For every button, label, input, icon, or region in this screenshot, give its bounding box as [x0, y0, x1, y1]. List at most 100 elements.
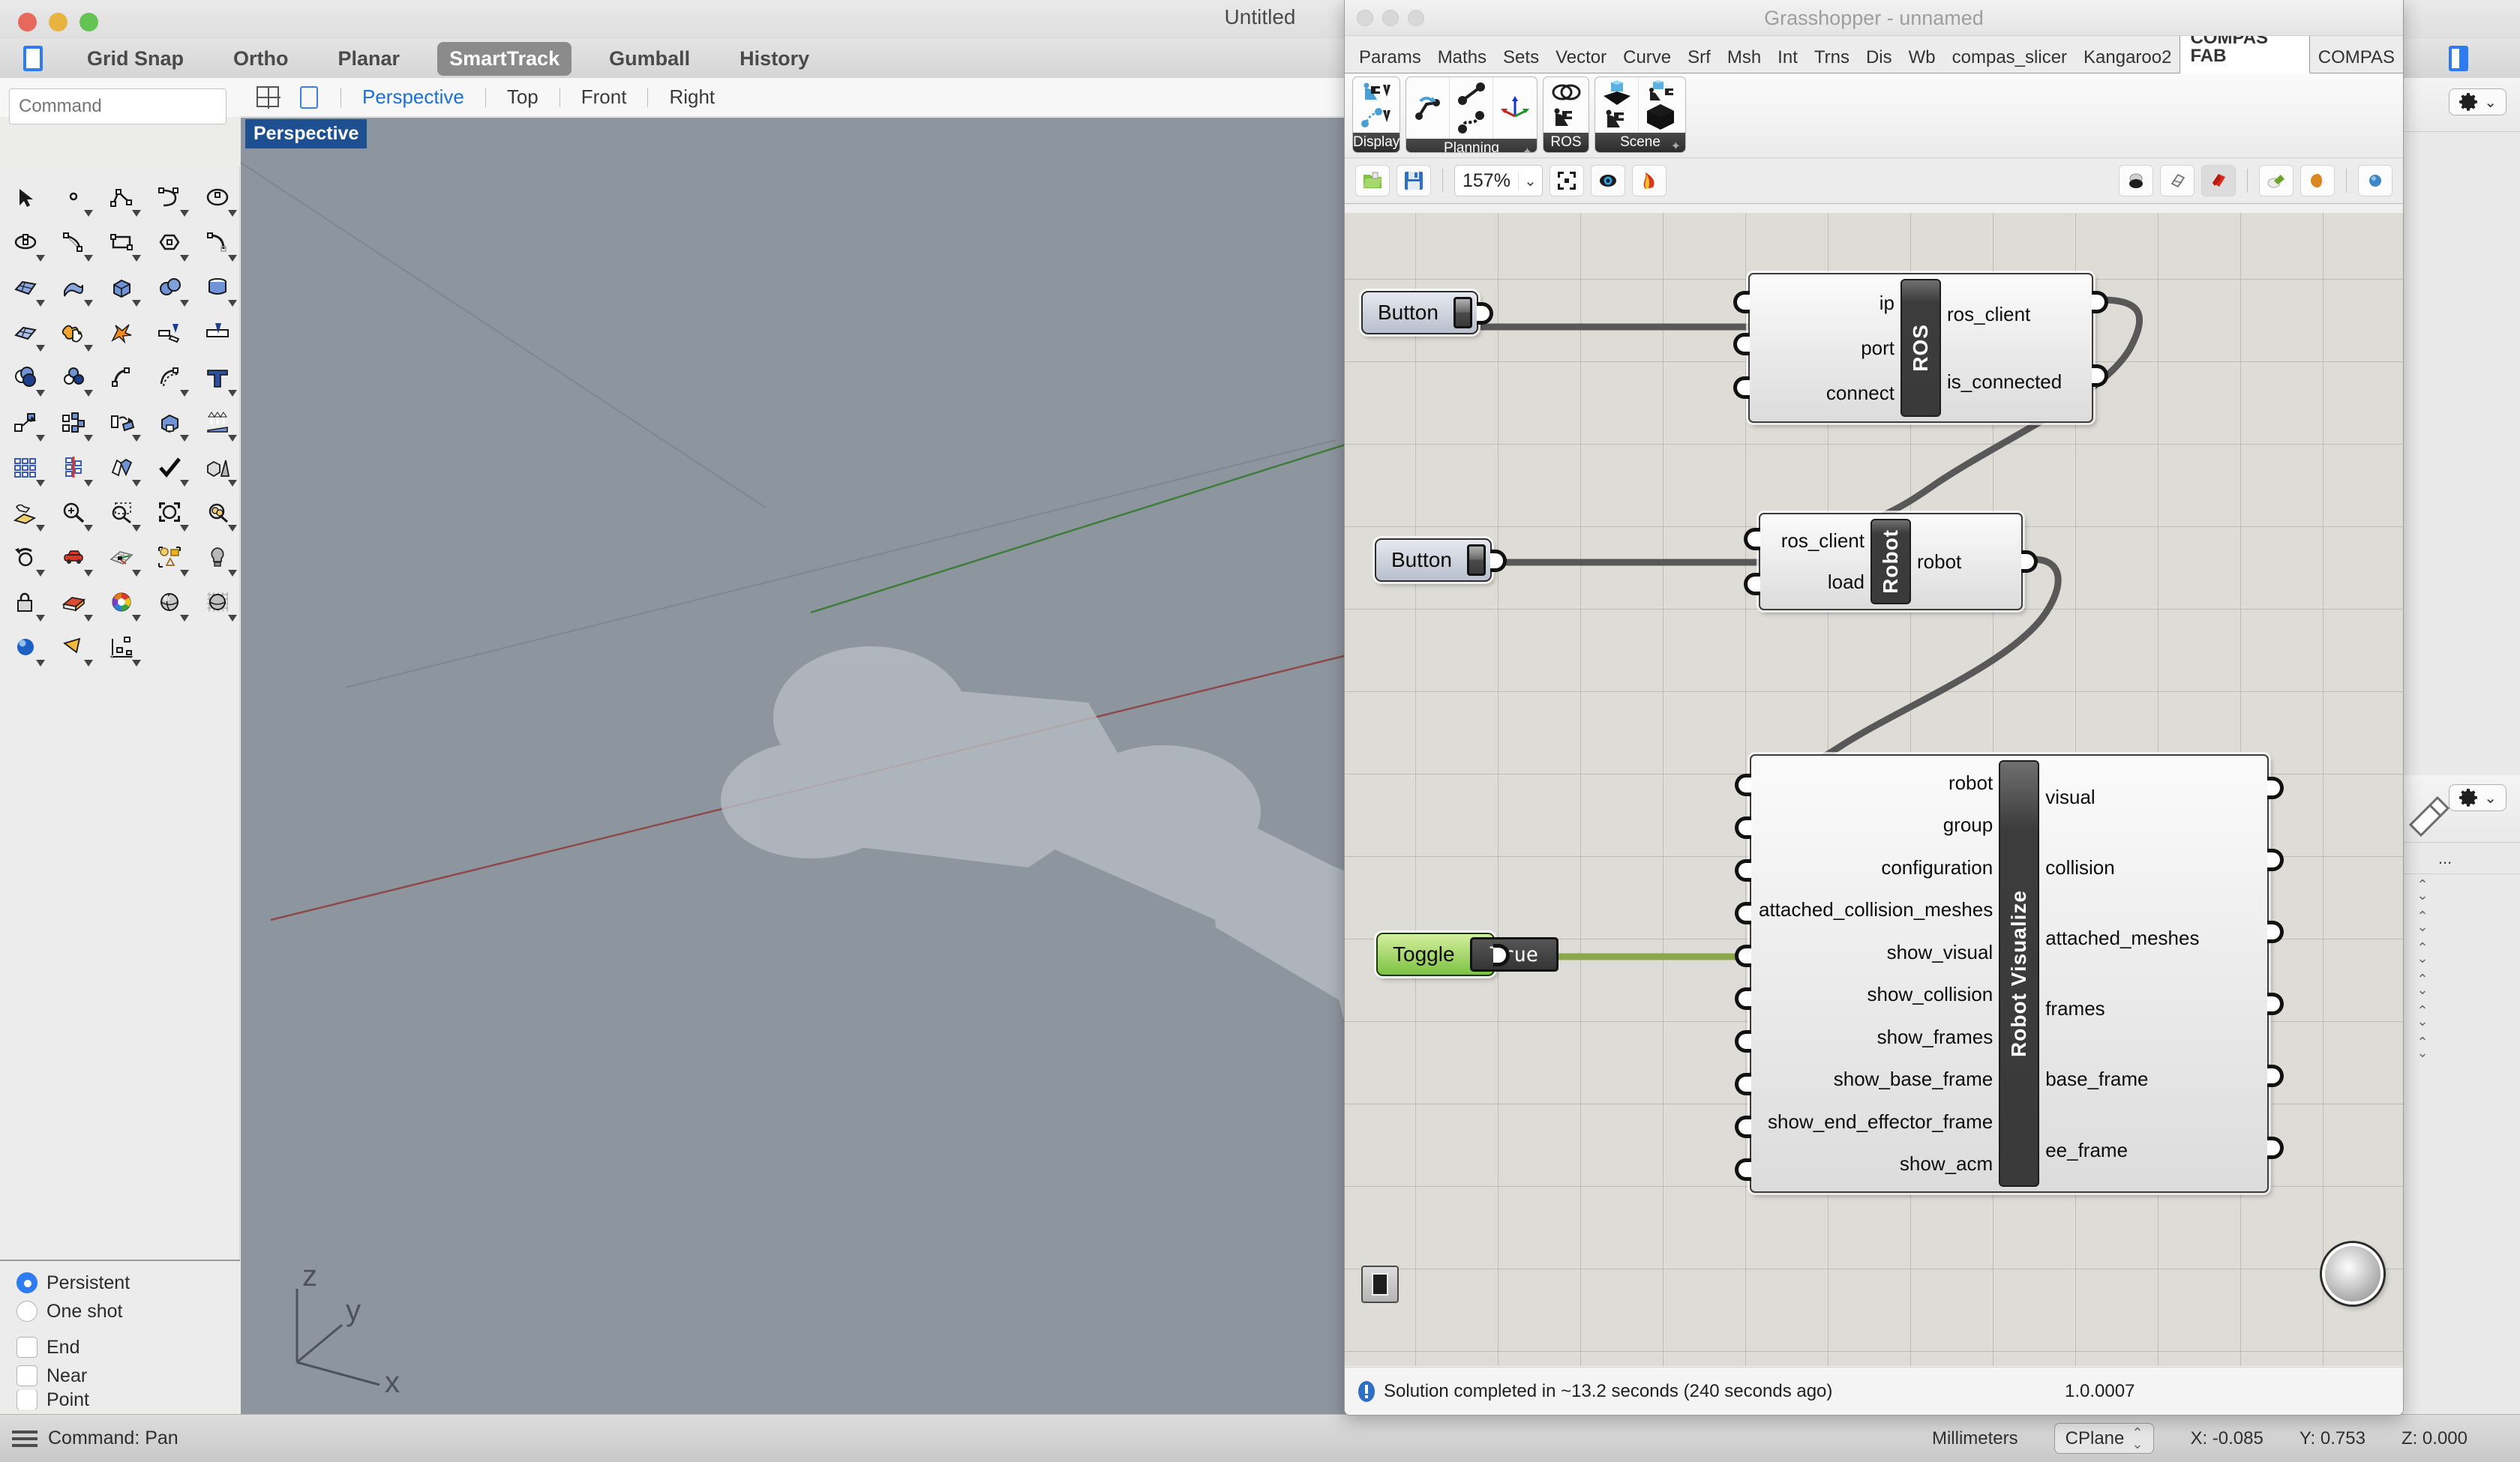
- trim-icon[interactable]: [146, 310, 194, 355]
- arc-icon[interactable]: [50, 220, 98, 265]
- flyout-arrow-icon[interactable]: [228, 255, 237, 262]
- grasshopper-canvas[interactable]: Button ip port connect ROS ros_client is…: [1345, 213, 2403, 1366]
- node-rv-input-show-visual[interactable]: show_visual: [1887, 942, 1994, 963]
- flyout-arrow-icon[interactable]: [132, 210, 141, 217]
- layers-icon[interactable]: [50, 580, 98, 625]
- input-pin-ros-client[interactable]: [1744, 528, 1760, 550]
- viewport-tab-perspective[interactable]: Perspective: [355, 85, 472, 109]
- wireframe-preview-button[interactable]: [2160, 165, 2194, 196]
- undo-view-icon[interactable]: [2, 535, 50, 580]
- color-wheel-icon[interactable]: [98, 580, 146, 625]
- node-ros-input-ip[interactable]: ip: [1880, 292, 1894, 314]
- node-ros-input-connect[interactable]: connect: [1826, 382, 1894, 404]
- node-rv-input-robot[interactable]: robot: [1948, 772, 1993, 794]
- gh-close-button[interactable]: [1357, 10, 1373, 26]
- input-pin-show-visual[interactable]: [1735, 945, 1751, 967]
- flyout-arrow-icon[interactable]: [228, 480, 237, 487]
- flyout-arrow-icon[interactable]: [180, 615, 189, 622]
- flyout-arrow-icon[interactable]: [132, 525, 141, 532]
- expand-scene-icon[interactable]: ✦: [1671, 137, 1681, 152]
- sphere-union-icon[interactable]: [146, 265, 194, 310]
- open-file-button[interactable]: [1355, 165, 1390, 196]
- camera-icon[interactable]: [50, 625, 98, 670]
- array-icon[interactable]: [2, 445, 50, 490]
- pan-icon[interactable]: [2, 490, 50, 535]
- gh-minimize-button[interactable]: [1382, 10, 1399, 26]
- node-rv-output-collision[interactable]: collision: [2045, 857, 2115, 879]
- checkbox-near-icon[interactable]: [16, 1365, 38, 1386]
- cylinder-icon[interactable]: [194, 265, 242, 310]
- mirror-icon[interactable]: [50, 445, 98, 490]
- input-pin-ip[interactable]: [1733, 291, 1750, 313]
- checkbox-point-icon[interactable]: [16, 1390, 38, 1410]
- input-pin-show-acm[interactable]: [1735, 1158, 1751, 1181]
- ros-connect-icon[interactable]: [1550, 81, 1582, 103]
- node-robot-title-bar[interactable]: Robot: [1870, 519, 1911, 604]
- flyout-arrow-icon[interactable]: [36, 660, 45, 667]
- curve-icon[interactable]: [146, 175, 194, 220]
- walk-mode-icon[interactable]: [50, 535, 98, 580]
- offset-curve-icon[interactable]: [98, 355, 146, 400]
- node-rv-input-group[interactable]: group: [1943, 814, 1994, 836]
- attach-tool-icon[interactable]: [1644, 79, 1677, 102]
- input-pin-robot[interactable]: [1735, 774, 1751, 796]
- input-pin-show-end-effector-frame[interactable]: [1735, 1116, 1751, 1138]
- flyout-arrow-icon[interactable]: [36, 570, 45, 577]
- chevron-down-icon[interactable]: ⌄: [1517, 171, 1542, 190]
- gh-tab-dis[interactable]: Dis: [1858, 44, 1900, 73]
- gh-tab-maths[interactable]: Maths: [1430, 44, 1495, 73]
- node-rv-input-show-base-frame[interactable]: show_base_frame: [1834, 1068, 1993, 1090]
- mesh-from-nurbs-icon[interactable]: [194, 445, 242, 490]
- flyout-arrow-icon[interactable]: [132, 660, 141, 667]
- toggle-gumball[interactable]: Gumball: [597, 42, 702, 76]
- zoom-in-out-icon[interactable]: [50, 490, 98, 535]
- gh-tab-int[interactable]: Int: [1769, 44, 1806, 73]
- shaded-view-icon[interactable]: [146, 580, 194, 625]
- input-pin-connect[interactable]: [1733, 376, 1750, 399]
- loft-surface-icon[interactable]: [50, 265, 98, 310]
- node-rv-output-ee-frame[interactable]: ee_frame: [2045, 1139, 2128, 1161]
- node-robot-input-load[interactable]: load: [1828, 571, 1864, 593]
- move-icon[interactable]: [2, 400, 50, 445]
- cplane-selector[interactable]: CPlane ⌃ ⌄: [2054, 1423, 2155, 1454]
- flyout-arrow-icon[interactable]: [228, 525, 237, 532]
- node-rv-output-base-frame[interactable]: base_frame: [2045, 1068, 2148, 1090]
- viewport-tab-right[interactable]: Right: [662, 85, 722, 109]
- flyout-arrow-icon[interactable]: [84, 660, 93, 667]
- box-icon[interactable]: [98, 265, 146, 310]
- lock-icon[interactable]: [2, 580, 50, 625]
- preview-off-button[interactable]: [2119, 165, 2153, 196]
- input-pin-show-base-frame[interactable]: [1735, 1073, 1751, 1095]
- toggle-smarttrack[interactable]: SmartTrack: [437, 41, 572, 76]
- single-view-layout-icon[interactable]: [300, 85, 327, 109]
- gh-tab-wb[interactable]: Wb: [1900, 44, 1944, 73]
- flyout-arrow-icon[interactable]: [180, 435, 189, 442]
- boolean-union-icon[interactable]: [50, 310, 98, 355]
- rendered-view-icon[interactable]: [2, 625, 50, 670]
- zoom-selected-icon[interactable]: [194, 490, 242, 535]
- flyout-arrow-icon[interactable]: [84, 570, 93, 577]
- node-robot-input-ros-client[interactable]: ros_client: [1781, 530, 1864, 552]
- flyout-arrow-icon[interactable]: [132, 570, 141, 577]
- toggle-ortho[interactable]: Ortho: [221, 42, 301, 76]
- toggle-param-value[interactable]: True: [1469, 937, 1558, 972]
- flyout-arrow-icon[interactable]: [36, 345, 45, 352]
- gh-tab-compas-slicer[interactable]: compas_slicer: [1944, 44, 2075, 73]
- status-menu-icon[interactable]: [12, 1427, 38, 1451]
- flyout-arrow-icon[interactable]: [36, 525, 45, 532]
- button-param-load-press[interactable]: [1466, 544, 1486, 576]
- flyout-arrow-icon[interactable]: [180, 300, 189, 307]
- point-icon[interactable]: [50, 175, 98, 220]
- stepper-icon[interactable]: ⌃ ⌄: [2132, 1426, 2143, 1450]
- split-icon[interactable]: [194, 310, 242, 355]
- flyout-arrow-icon[interactable]: [84, 525, 93, 532]
- toggle-right-panel-button[interactable]: [2442, 43, 2475, 73]
- node-rv-input-attached-collision-meshes[interactable]: attached_collision_meshes: [1759, 899, 1993, 921]
- node-rv-input-show-acm[interactable]: show_acm: [1900, 1153, 1993, 1175]
- button-param-load[interactable]: Button: [1375, 538, 1507, 582]
- flyout-arrow-icon[interactable]: [132, 615, 141, 622]
- viewport-tab-top[interactable]: Top: [500, 85, 546, 109]
- flyout-arrow-icon[interactable]: [36, 435, 45, 442]
- flyout-arrow-icon[interactable]: [36, 480, 45, 487]
- node-rv-output-attached-meshes[interactable]: attached_meshes: [2045, 927, 2199, 949]
